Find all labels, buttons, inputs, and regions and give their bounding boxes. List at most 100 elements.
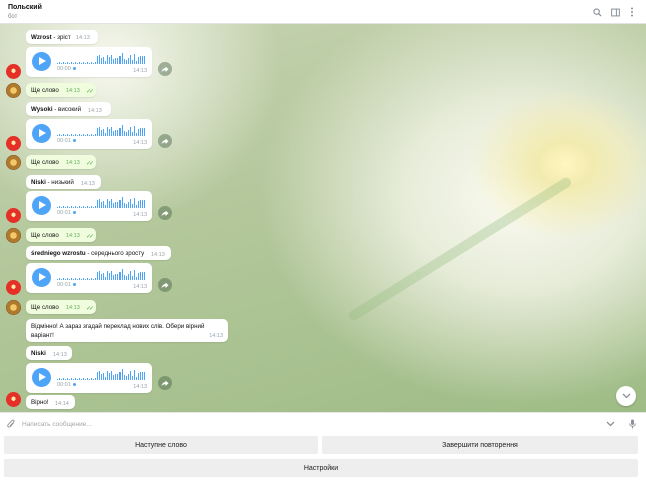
user-avatar[interactable]	[6, 300, 21, 315]
waveform-bar	[139, 272, 141, 280]
chat-history[interactable]: Wzrost - зріст 14:13 00:00 14:13 Ще слов…	[0, 24, 646, 412]
bot-avatar[interactable]	[6, 136, 21, 151]
waveform-bar	[129, 371, 131, 380]
waveform-bar	[89, 279, 91, 280]
attach-icon[interactable]	[6, 419, 16, 429]
waveform-bar	[133, 54, 135, 64]
forward-button[interactable]	[158, 134, 172, 148]
sidebar-toggle-icon[interactable]	[610, 7, 620, 17]
message-text-line1: Відмінно! А зараз згадай переклад нових …	[31, 323, 205, 330]
waveform-bar	[121, 125, 123, 136]
waveform-bar	[69, 63, 71, 64]
waveform-bar	[109, 201, 111, 208]
outgoing-message[interactable]: Ще слово 14:13 ✓✓	[26, 155, 96, 169]
waveform-bar	[103, 129, 105, 136]
waveform-bar	[71, 62, 73, 64]
finish-review-button[interactable]: Завершити повторення	[322, 436, 638, 454]
bot-avatar[interactable]	[6, 208, 21, 223]
waveform-bar	[101, 374, 103, 380]
play-button[interactable]	[32, 196, 51, 215]
user-avatar[interactable]	[6, 83, 21, 98]
waveform-bar	[71, 378, 73, 380]
more-vertical-icon[interactable]	[627, 7, 637, 17]
voice-waveform[interactable]	[57, 53, 145, 64]
word-message[interactable]: Wzrost - зріст 14:13	[26, 30, 98, 44]
message-time: 14:13	[88, 108, 102, 114]
chat-title[interactable]: Польский	[8, 4, 42, 11]
play-button[interactable]	[32, 268, 51, 287]
voice-message[interactable]: 00:01 14:13	[26, 263, 152, 293]
word-message[interactable]: Niski 14:13	[26, 346, 72, 360]
waveform-bar	[131, 276, 133, 280]
waveform-bar	[119, 272, 121, 280]
waveform-bar	[73, 135, 75, 136]
outgoing-message[interactable]: Ще слово 14:13 ✓✓	[26, 228, 96, 242]
forward-button[interactable]	[158, 206, 172, 220]
waveform-bar	[79, 206, 81, 208]
microphone-icon[interactable]	[627, 419, 637, 429]
outgoing-message[interactable]: Ще слово 14:13 ✓✓	[26, 83, 96, 97]
bot-avatar[interactable]	[6, 280, 21, 295]
forward-button[interactable]	[158, 376, 172, 390]
voice-duration: 00:01	[57, 138, 76, 144]
bot-message[interactable]: Відмінно! А зараз згадай переклад нових …	[26, 319, 228, 342]
message-time: 14:13	[66, 160, 80, 166]
waveform-bar	[103, 57, 105, 64]
outgoing-message[interactable]: Ще слово 14:13 ✓✓	[26, 300, 96, 314]
word-message[interactable]: Niski - низький 14:13	[26, 175, 101, 189]
read-check-icon: ✓✓	[85, 306, 94, 312]
waveform-bar	[79, 134, 81, 136]
forward-button[interactable]	[158, 278, 172, 292]
waveform-bar	[135, 277, 137, 280]
word-message[interactable]: Wysoki - високий 14:13	[26, 102, 111, 116]
message-input[interactable]	[22, 418, 582, 430]
word-message[interactable]: średniego wzrostu - середнього зросту 14…	[26, 246, 171, 260]
forward-button[interactable]	[158, 62, 172, 76]
message-composer	[0, 412, 646, 434]
scroll-down-button[interactable]	[616, 386, 636, 406]
user-avatar[interactable]	[6, 228, 21, 243]
waveform-bar	[143, 372, 145, 380]
play-button[interactable]	[32, 124, 51, 143]
waveform-bar	[73, 279, 75, 280]
waveform-bar	[93, 207, 95, 208]
waveform-bar	[105, 377, 107, 380]
voice-waveform[interactable]	[57, 197, 145, 208]
message-text-line2: варіант!	[31, 332, 54, 339]
waveform-bar	[63, 134, 65, 136]
voice-waveform[interactable]	[57, 269, 145, 280]
waveform-bar	[95, 378, 97, 380]
bot-avatar[interactable]	[6, 64, 21, 79]
user-avatar[interactable]	[6, 155, 21, 170]
voice-message[interactable]: 00:01 14:13	[26, 119, 152, 149]
voice-waveform[interactable]	[57, 125, 145, 136]
waveform-bar	[125, 132, 127, 136]
waveform-bar	[67, 206, 69, 208]
waveform-bar	[73, 379, 75, 380]
search-icon[interactable]	[592, 7, 602, 17]
keyboard-toggle-icon[interactable]	[605, 419, 615, 429]
bot-avatar[interactable]	[6, 392, 21, 407]
waveform-bar	[59, 278, 61, 280]
waveform-bar	[63, 62, 65, 64]
voice-message[interactable]: 00:00 14:13	[26, 47, 152, 77]
voice-message[interactable]: 00:01 14:13	[26, 191, 152, 221]
word-text: Wzrost	[31, 34, 52, 41]
message-text: Ще слово	[31, 232, 59, 239]
play-button[interactable]	[32, 52, 51, 71]
waveform-bar	[139, 200, 141, 208]
waveform-bar	[85, 279, 87, 280]
waveform-bar	[137, 57, 139, 64]
voice-waveform[interactable]	[57, 369, 145, 380]
bot-message[interactable]: Вірно! 14:14	[26, 395, 75, 409]
translation-text: - низький	[45, 179, 74, 186]
message-time: 14:13	[133, 384, 147, 390]
next-word-button[interactable]: Наступне слово	[4, 436, 318, 454]
waveform-bar	[113, 59, 115, 64]
waveform-bar	[69, 135, 71, 136]
play-button[interactable]	[32, 368, 51, 387]
waveform-bar	[59, 378, 61, 380]
settings-button[interactable]: Настройки	[4, 459, 638, 477]
voice-message[interactable]: 00:01 14:13	[26, 363, 152, 393]
waveform-bar	[67, 378, 69, 380]
